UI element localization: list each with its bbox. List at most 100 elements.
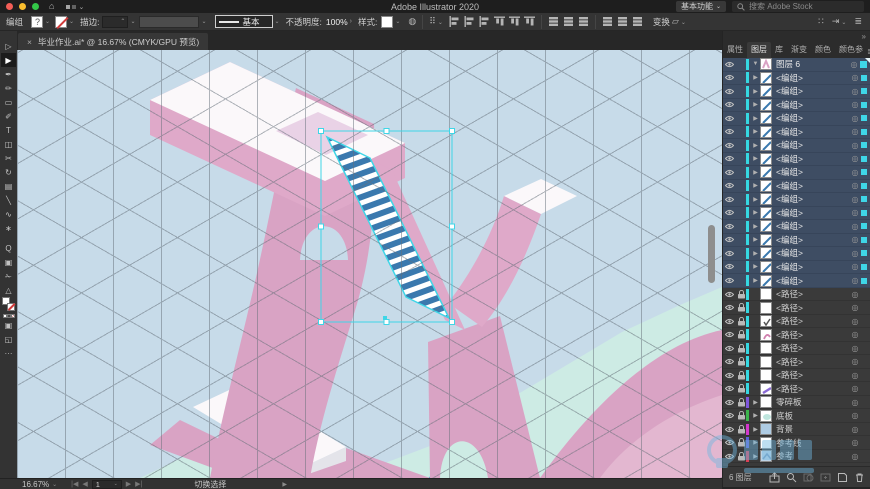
expand-chevron-icon[interactable]: ▶ [751,88,760,95]
expand-chevron-icon[interactable]: ▶ [751,101,760,108]
selection-color-square[interactable] [861,209,867,216]
target-circle-icon[interactable]: ◎ [849,452,861,461]
layer-thumbnail[interactable] [760,288,772,301]
selection-color-square[interactable] [861,196,867,203]
visibility-eye-icon[interactable] [723,209,736,216]
target-circle-icon[interactable]: ◎ [849,73,861,82]
layer-row[interactable]: ▶ <编组> ◎ [723,179,870,194]
status-expand-icon[interactable]: ▶ [282,481,287,488]
selection-color-square[interactable] [861,169,867,176]
target-circle-icon[interactable]: ◎ [849,249,861,258]
document-tab[interactable]: × 毕业作业.ai* @ 16.67% (CMYK/GPU 预览) [18,33,209,50]
new-sublayer-icon[interactable] [820,472,831,483]
layer-row[interactable]: <路径> ◎ [723,301,870,315]
layer-thumbnail[interactable] [760,247,772,260]
layer-thumbnail[interactable] [760,436,772,449]
eyedropper-tool[interactable]: ╲ [1,193,16,207]
visibility-eye-icon[interactable] [723,331,736,338]
slice-tool[interactable]: ✁ [1,269,16,283]
expand-chevron-icon[interactable]: ▶ [751,263,760,270]
target-circle-icon[interactable]: ◎ [849,438,861,447]
layer-thumbnail[interactable] [760,450,772,463]
selection-color-square[interactable] [861,155,867,162]
make-mask-icon[interactable] [803,472,814,483]
visibility-eye-icon[interactable] [723,236,736,243]
selection-handles[interactable] [318,128,455,325]
expand-chevron-icon[interactable]: ▶ [751,250,760,257]
distribute-bottom-icon[interactable] [578,16,589,27]
target-circle-icon[interactable]: ◎ [849,100,861,109]
selection-color-square[interactable] [861,88,867,95]
expand-chevron-icon[interactable]: ▶ [751,182,760,189]
distribute-top-icon[interactable] [548,16,559,27]
lock-icon[interactable] [736,451,746,461]
lock-icon[interactable] [736,397,746,407]
canvas-vertical-scrollbar[interactable] [708,225,715,295]
visibility-eye-icon[interactable] [723,277,736,284]
type-tool[interactable]: T [1,123,16,137]
expand-chevron-icon[interactable]: ▶ [751,209,760,216]
visibility-eye-icon[interactable] [723,223,736,230]
visibility-eye-icon[interactable] [723,345,736,352]
dots-grid-icon[interactable]: ∷ [818,16,824,27]
curvature-tool[interactable]: ✏ [1,81,16,95]
layer-thumbnail[interactable] [760,139,772,152]
target-circle-icon[interactable]: ◎ [849,127,861,136]
layer-row[interactable]: ▶ <编组> ◎ [723,193,870,207]
visibility-eye-icon[interactable] [723,88,736,95]
expand-chevron-icon[interactable]: ▶ [751,426,760,433]
align-right-icon[interactable] [479,16,490,27]
target-circle-icon[interactable]: ◎ [849,371,861,380]
arrange-icon[interactable]: ⇥ ⌄ [832,16,847,27]
selection-tool[interactable]: ▷ [1,39,16,53]
direct-selection-tool[interactable]: ▶ [1,53,16,67]
opacity-value[interactable]: 100% [326,17,348,27]
artboard-tool[interactable]: ▣ [1,255,16,269]
menu-icon[interactable]: ≣ [854,16,862,27]
expand-chevron-icon[interactable]: ▶ [751,399,760,406]
layer-row[interactable]: <路径> ◎ [723,314,870,329]
layer-row[interactable]: ▶ <编组> ◎ [723,125,870,140]
layer-row[interactable]: <路径> ◎ [723,368,870,383]
visibility-eye-icon[interactable] [723,453,736,460]
layer-thumbnail[interactable] [760,409,772,422]
tab-颜色[interactable]: 颜色 [811,42,835,58]
lock-icon[interactable] [736,316,746,326]
selection-color-square[interactable] [861,115,867,122]
target-circle-icon[interactable]: ◎ [849,87,861,96]
expand-chevron-icon[interactable]: ▶ [751,115,760,122]
selection-color-square[interactable] [861,128,867,135]
layer-thumbnail[interactable] [760,315,772,328]
layer-row[interactable]: ▶ <编组> ◎ [723,220,870,234]
visibility-eye-icon[interactable] [723,74,736,81]
lock-icon[interactable] [736,384,746,393]
layer-row[interactable]: ▶ <编组> ◎ [723,152,870,167]
selection-color-square[interactable] [861,250,867,257]
visibility-eye-icon[interactable] [723,169,736,176]
layer-row[interactable]: ▶ <编组> ◎ [723,139,870,153]
expand-chevron-icon[interactable]: ▶ [751,128,760,135]
expand-chevron-icon[interactable]: ▶ [751,142,760,149]
layer-thumbnail[interactable] [760,112,772,125]
layer-thumbnail[interactable] [760,260,772,273]
visibility-eye-icon[interactable] [723,358,736,365]
visibility-eye-icon[interactable] [723,61,736,68]
align-left-icon[interactable] [449,16,460,27]
expand-chevron-icon[interactable]: ▶ [751,74,760,81]
expand-chevron-icon[interactable]: ▶ [751,169,760,176]
layer-thumbnail[interactable] [760,274,772,287]
selection-color-square[interactable] [861,142,867,149]
perspective-grid-tool[interactable]: △ [1,283,16,297]
expand-chevron-icon[interactable]: ▶ [751,223,760,230]
layer-row[interactable]: ▶ 底板 ◎ [723,409,870,423]
layer-row[interactable]: ▶ 零碎板 ◎ [723,395,870,410]
prev-artboard-icon[interactable]: ◀ [82,480,87,488]
shape-builder-tool[interactable]: ◫ [1,137,16,151]
target-circle-icon[interactable]: ◎ [849,181,861,190]
visibility-eye-icon[interactable] [723,399,736,406]
transform-icon[interactable]: ▱ ⌄ [672,16,686,27]
artboard-number-select[interactable]: 1 ⌄ [91,479,122,489]
stroke-swatch[interactable] [55,15,68,28]
layer-thumbnail[interactable] [760,301,772,314]
align-bottom-icon[interactable] [523,16,535,27]
